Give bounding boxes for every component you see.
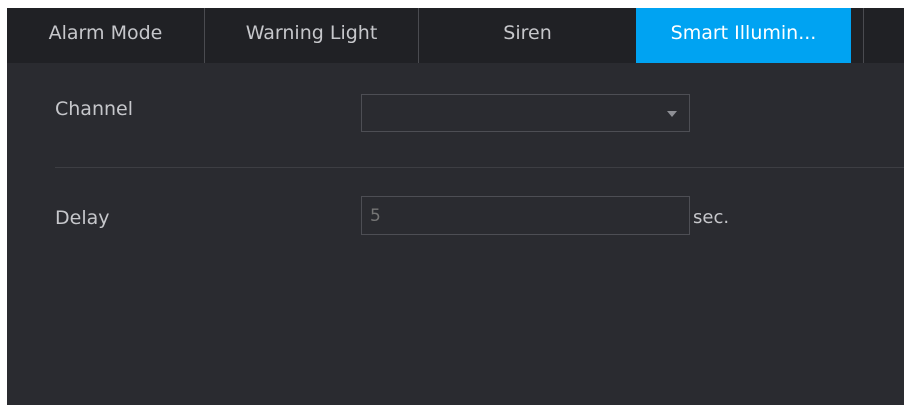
tab-bar: Alarm Mode Warning Light Siren Smart Ill… <box>7 8 904 63</box>
delay-unit-label: sec. <box>693 207 730 228</box>
smart-illumination-panel: Alarm Mode Warning Light Siren Smart Ill… <box>7 8 904 405</box>
channel-label: Channel <box>55 98 134 120</box>
tab-smart-illumination[interactable]: Smart Illumin... <box>636 8 851 63</box>
delay-input[interactable] <box>361 196 690 235</box>
tab-bar-end <box>851 8 864 63</box>
section-divider <box>55 167 904 168</box>
dropdown-arrow-icon <box>667 111 677 117</box>
channel-select[interactable] <box>361 94 690 132</box>
tab-alarm-mode[interactable]: Alarm Mode <box>7 8 205 63</box>
tab-siren[interactable]: Siren <box>419 8 636 63</box>
tab-warning-light[interactable]: Warning Light <box>205 8 419 63</box>
delay-label: Delay <box>55 207 110 229</box>
